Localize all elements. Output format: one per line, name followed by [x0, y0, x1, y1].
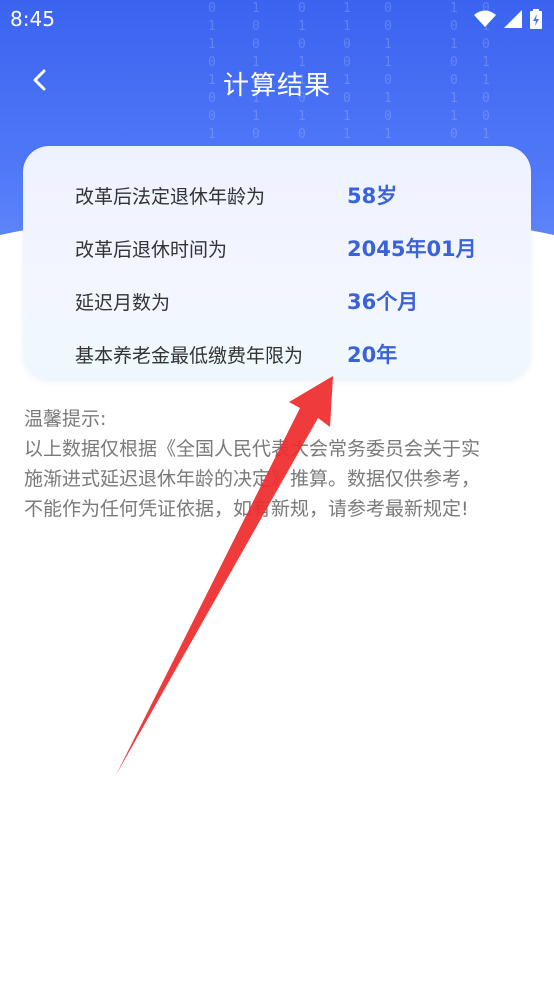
status-bar: 8:45	[0, 0, 554, 40]
wifi-icon	[474, 10, 496, 27]
status-time: 8:45	[10, 7, 55, 31]
result-value: 58岁	[347, 184, 398, 208]
tips-line: 施渐进式延迟退休年龄的决定》推算。数据仅供参考，	[24, 468, 481, 490]
result-label: 延迟月数为	[75, 292, 171, 314]
result-value: 2045年01月	[347, 237, 477, 261]
tips-line: 不能作为任何凭证依据，如有新规，请参考最新规定!	[24, 498, 469, 520]
tips-title: 温馨提示:	[24, 408, 107, 430]
result-label: 基本养老金最低缴费年限为	[75, 345, 304, 367]
navigation-bar: 计算结果	[0, 55, 554, 111]
page-title: 计算结果	[222, 71, 331, 101]
result-value: 20年	[347, 343, 398, 367]
result-row-delay-months: 延迟月数为 36个月	[75, 288, 515, 318]
battery-icon	[530, 9, 542, 29]
result-row-min-contribution-years: 基本养老金最低缴费年限为 20年	[75, 341, 515, 371]
tips-section: 温馨提示: 以上数据仅根据《全国人民代表大会常务委员会关于实 施渐进式延迟退休年…	[24, 404, 534, 524]
result-row-retirement-date: 改革后退休时间为 2045年01月	[75, 235, 515, 265]
signal-icon	[504, 10, 522, 28]
result-card: 改革后法定退休年龄为 58岁 改革后退休时间为 2045年01月 延迟月数为 3…	[23, 146, 531, 380]
result-label: 改革后法定退休年龄为	[75, 186, 266, 208]
result-label: 改革后退休时间为	[75, 239, 228, 261]
status-icons	[474, 9, 542, 29]
result-row-retirement-age: 改革后法定退休年龄为 58岁	[75, 182, 515, 212]
tips-line: 以上数据仅根据《全国人民代表大会常务委员会关于实	[24, 438, 481, 460]
result-value: 36个月	[347, 290, 419, 314]
